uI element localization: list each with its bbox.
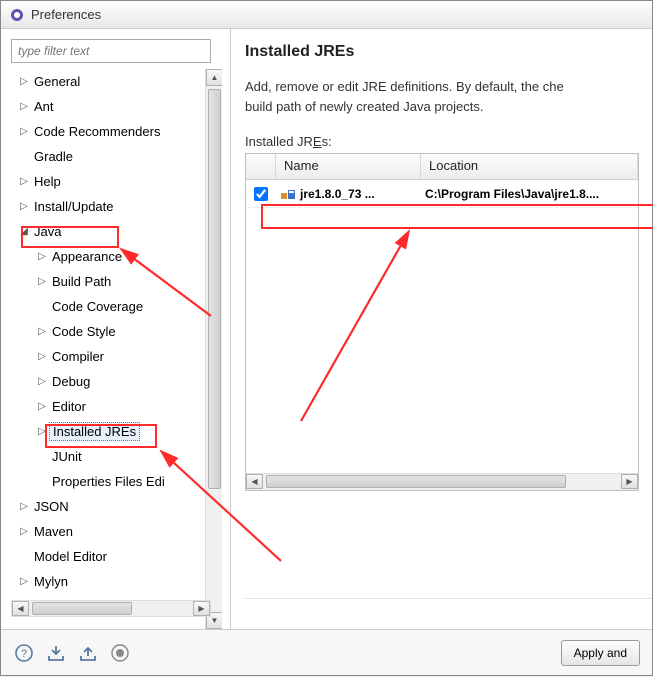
tree-item-java[interactable]: ◢Java (11, 219, 206, 244)
table-horizontal-scrollbar[interactable]: ◀ ▶ (246, 473, 638, 490)
tree-item-general[interactable]: ▷General (11, 69, 206, 94)
tree-horizontal-scrollbar[interactable]: ◀ ▶ (11, 600, 211, 617)
tree-arrow-icon[interactable]: ▷ (17, 501, 31, 512)
tree-item-label: Java (31, 223, 64, 240)
tree-arrow-icon[interactable]: ▷ (17, 526, 31, 537)
tree-item-code-coverage[interactable]: Code Coverage (11, 294, 206, 319)
tree-arrow-icon[interactable]: ▷ (35, 376, 49, 387)
jre-checkbox[interactable] (254, 187, 268, 201)
scroll-left-icon[interactable]: ◀ (246, 474, 263, 489)
tree-item-label: Compiler (49, 348, 107, 365)
app-icon (9, 7, 25, 23)
tree-item-json[interactable]: ▷JSON (11, 494, 206, 519)
scroll-thumb-h[interactable] (32, 602, 132, 615)
tree-item-label: Installed JREs (49, 422, 140, 441)
main-panel: Installed JREs Add, remove or edit JRE d… (231, 29, 652, 629)
tree-item-build-path[interactable]: ▷Build Path (11, 269, 206, 294)
tree-item-label: JUnit (49, 448, 85, 465)
tree-item-model-editor[interactable]: Model Editor (11, 544, 206, 569)
tree-arrow-icon[interactable]: ▷ (35, 426, 49, 437)
tree-arrow-icon[interactable]: ▷ (35, 326, 49, 337)
tree-arrow-icon[interactable]: ▷ (17, 201, 31, 212)
tree-arrow-icon[interactable]: ▷ (17, 101, 31, 112)
export-icon[interactable] (77, 642, 99, 664)
sidebar: ▷General▷Ant▷Code RecommendersGradle▷Hel… (1, 29, 231, 629)
tree-item-label: Model Editor (31, 548, 110, 565)
tree-item-label: Code Coverage (49, 298, 146, 315)
tree-item-label: Ant (31, 98, 57, 115)
tree-item-junit[interactable]: JUnit (11, 444, 206, 469)
tree-item-editor[interactable]: ▷Editor (11, 394, 206, 419)
tree-item-label: Appearance (49, 248, 125, 265)
scroll-thumb[interactable] (208, 89, 221, 489)
record-icon[interactable] (109, 642, 131, 664)
page-description: Add, remove or edit JRE definitions. By … (245, 77, 652, 116)
table-caption: Installed JREs: (245, 134, 652, 149)
scroll-right-icon[interactable]: ▶ (193, 601, 210, 616)
tree-arrow-icon[interactable]: ◢ (17, 226, 31, 237)
tree-item-properties-files-edi[interactable]: Properties Files Edi (11, 469, 206, 494)
scroll-up-icon[interactable]: ▲ (206, 69, 222, 86)
tree-item-label: General (31, 73, 83, 90)
tree-item-label: Build Path (49, 273, 114, 290)
tree-item-help[interactable]: ▷Help (11, 169, 206, 194)
jre-location: C:\Program Files\Java\jre1.8.... (421, 187, 638, 201)
col-location[interactable]: Location (421, 154, 638, 179)
tree: ▷General▷Ant▷Code RecommendersGradle▷Hel… (11, 69, 222, 629)
titlebar[interactable]: Preferences (1, 1, 652, 29)
tree-item-compiler[interactable]: ▷Compiler (11, 344, 206, 369)
tree-item-label: JSON (31, 498, 72, 515)
svg-text:?: ? (21, 648, 27, 660)
tree-item-maven[interactable]: ▷Maven (11, 519, 206, 544)
scroll-left-icon[interactable]: ◀ (12, 601, 29, 616)
filter-input[interactable] (11, 39, 211, 63)
tree-item-label: Editor (49, 398, 89, 415)
scroll-thumb[interactable] (266, 475, 566, 488)
import-icon[interactable] (45, 642, 67, 664)
tree-item-label: Maven (31, 523, 76, 540)
separator (245, 598, 652, 599)
tree-item-appearance[interactable]: ▷Appearance (11, 244, 206, 269)
tree-item-ant[interactable]: ▷Ant (11, 94, 206, 119)
tree-arrow-icon[interactable]: ▷ (35, 251, 49, 262)
col-check[interactable] (246, 154, 276, 179)
tree-arrow-icon[interactable]: ▷ (17, 76, 31, 87)
tree-item-installed-jres[interactable]: ▷Installed JREs (11, 419, 206, 444)
tree-item-code-style[interactable]: ▷Code Style (11, 319, 206, 344)
tree-arrow-icon[interactable]: ▷ (35, 351, 49, 362)
tree-item-label: Properties Files Edi (49, 473, 168, 490)
tree-arrow-icon[interactable]: ▷ (17, 576, 31, 587)
tree-item-label: Gradle (31, 148, 76, 165)
tree-arrow-icon[interactable]: ▷ (35, 276, 49, 287)
tree-arrow-icon[interactable]: ▷ (17, 126, 31, 137)
preferences-window: Preferences ▷General▷Ant▷Code Recommende… (0, 0, 653, 676)
tree-item-label: Debug (49, 373, 93, 390)
tree-vertical-scrollbar[interactable]: ▲ ▼ (205, 69, 222, 629)
tree-item-label: Code Style (49, 323, 119, 340)
tree-item-code-recommenders[interactable]: ▷Code Recommenders (11, 119, 206, 144)
tree-item-install-update[interactable]: ▷Install/Update (11, 194, 206, 219)
tree-item-label: Install/Update (31, 198, 117, 215)
help-icon[interactable]: ? (13, 642, 35, 664)
tree-item-label: Help (31, 173, 64, 190)
tree-item-label: Code Recommenders (31, 123, 163, 140)
window-title: Preferences (31, 7, 101, 22)
jre-icon (280, 187, 296, 201)
footer: ? Apply and (1, 629, 652, 675)
page-title: Installed JREs (245, 43, 652, 61)
tree-arrow-icon[interactable]: ▷ (35, 401, 49, 412)
table-header: Name Location (246, 154, 638, 180)
tree-item-label: Mylyn (31, 573, 71, 590)
col-name[interactable]: Name (276, 154, 421, 179)
tree-item-debug[interactable]: ▷Debug (11, 369, 206, 394)
scroll-right-icon[interactable]: ▶ (621, 474, 638, 489)
tree-arrow-icon[interactable]: ▷ (17, 176, 31, 187)
table-row[interactable]: jre1.8.0_73 ... C:\Program Files\Java\jre… (246, 180, 638, 208)
tree-item-gradle[interactable]: Gradle (11, 144, 206, 169)
jre-table: Name Location jre1.8.0_73 ... C:\Program … (245, 153, 639, 491)
tree-item-mylyn[interactable]: ▷Mylyn (11, 569, 206, 594)
jre-name: jre1.8.0_73 ... (300, 187, 375, 201)
apply-button[interactable]: Apply and (561, 640, 640, 666)
